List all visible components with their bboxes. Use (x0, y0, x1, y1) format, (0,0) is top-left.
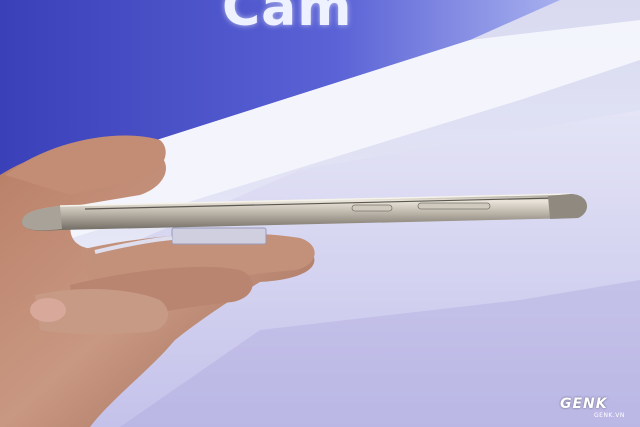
banner-text: Cam (222, 0, 353, 38)
hand-fingernail (30, 298, 66, 322)
watermark-sub: GENK.VN (594, 412, 625, 419)
photo-illustration (0, 0, 640, 427)
security-mount (171, 227, 267, 245)
phone-power-button (417, 202, 491, 210)
phone-volume-button (351, 204, 393, 212)
photo-scene: Cam GENK GENK.VN (0, 0, 640, 427)
phone-right-end (548, 194, 588, 219)
watermark-logo: GENK (560, 396, 608, 412)
